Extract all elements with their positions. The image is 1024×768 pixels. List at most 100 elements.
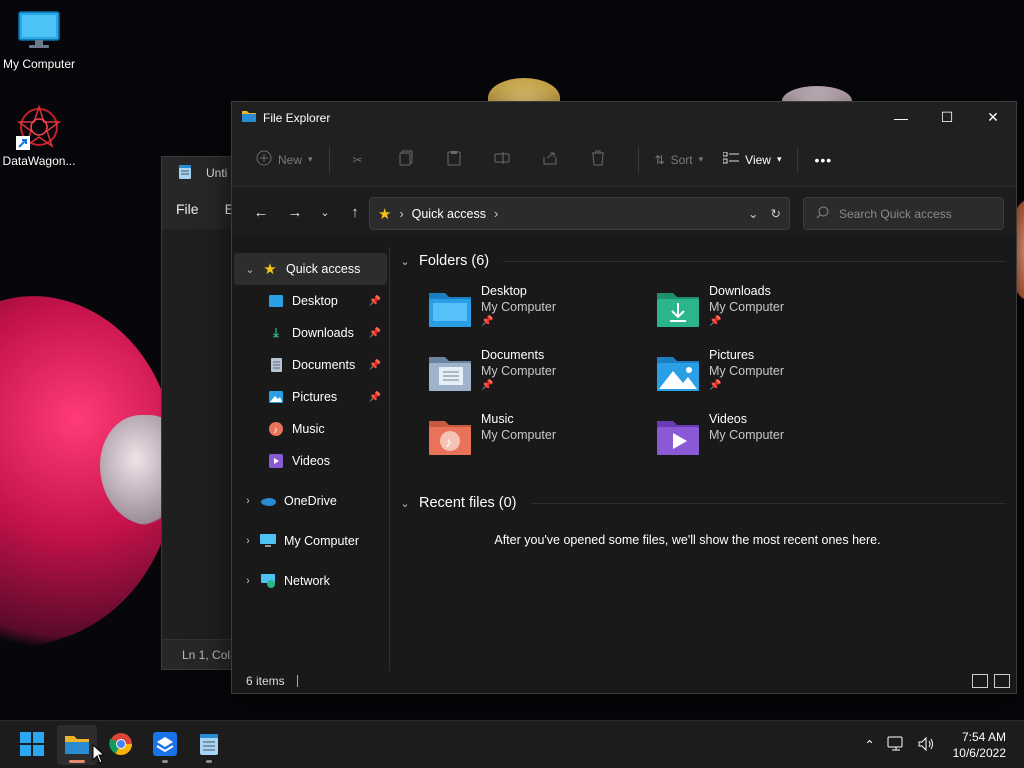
desktop-icon-label: DataWagon...	[2, 154, 76, 168]
new-label: New	[278, 152, 303, 167]
back-button[interactable]: ←	[244, 197, 278, 227]
taskbar-file-explorer[interactable]	[57, 725, 97, 765]
taskbar-notepad[interactable]	[189, 725, 229, 765]
up-button[interactable]: ↑	[338, 197, 372, 227]
folder-location: My Computer	[709, 300, 785, 314]
folder-location: My Computer	[709, 428, 785, 442]
file-explorer-window[interactable]: File Explorer — ☐ ✕ New ▾ ✂ ⇅ Sort ▾ Vie…	[231, 101, 1017, 694]
folder-location: My Computer	[481, 428, 557, 442]
folder-desktop[interactable]: Desktop My Computer 📌	[427, 283, 655, 347]
pin-icon: 📌	[709, 316, 722, 327]
section-title: Folders (6)	[419, 253, 490, 269]
menu-file[interactable]: File	[176, 201, 199, 217]
sidebar-item-desktop[interactable]: Desktop 📌	[232, 285, 389, 317]
copy-button[interactable]	[388, 143, 424, 177]
downloads-folder-icon	[655, 289, 701, 329]
sidebar-item-documents[interactable]: Documents 📌	[232, 349, 389, 381]
desktop-icon-my-computer[interactable]: My Computer	[0, 10, 81, 71]
chevron-up-icon: ⌃	[864, 738, 875, 752]
chevron-down-icon[interactable]: ⌄	[238, 263, 262, 276]
search-icon	[816, 206, 829, 222]
folder-location: My Computer	[481, 364, 557, 378]
sidebar-item-videos[interactable]: Videos	[232, 445, 389, 477]
taskbar-datawagon[interactable]	[145, 725, 185, 765]
mouse-cursor-icon	[92, 743, 106, 767]
video-icon	[268, 453, 284, 469]
sidebar-item-pictures[interactable]: Pictures 📌	[232, 381, 389, 413]
arrow-right-icon: →	[287, 203, 303, 221]
view-button[interactable]: View ▾	[717, 143, 787, 177]
recent-locations-button[interactable]: ⌄	[312, 197, 338, 227]
taskbar-chrome[interactable]	[101, 725, 141, 765]
forward-button[interactable]: →	[278, 197, 312, 227]
pin-icon: 📌	[709, 380, 722, 391]
rename-button[interactable]	[484, 143, 520, 177]
maximize-button[interactable]: ☐	[924, 102, 970, 133]
close-button[interactable]: ✕	[970, 102, 1016, 133]
volume-icon[interactable]	[917, 736, 935, 755]
sidebar-item-my-computer[interactable]: › My Computer	[232, 525, 389, 557]
start-button[interactable]	[12, 725, 52, 765]
network-status-icon[interactable]	[887, 736, 905, 755]
new-button[interactable]: New ▾	[250, 143, 319, 177]
address-history-button[interactable]: ⌄	[748, 206, 758, 221]
folder-name: Downloads	[709, 284, 771, 298]
desktop-folder-icon	[427, 289, 473, 329]
minimize-button[interactable]: —	[878, 102, 924, 133]
notepad-icon	[178, 164, 192, 183]
sidebar-item-onedrive[interactable]: › OneDrive	[232, 485, 389, 517]
arrow-left-icon: ←	[253, 203, 269, 221]
chevron-down-icon: ⌄	[400, 255, 410, 268]
picture-icon	[268, 389, 284, 405]
divider	[797, 146, 799, 173]
desktop-folder-icon	[268, 293, 284, 309]
refresh-button[interactable]: ↻	[771, 206, 781, 221]
notepad-icon	[199, 732, 219, 759]
folders-grid: Desktop My Computer 📌 Downloads My Compu…	[399, 283, 1016, 475]
sidebar-item-label: Downloads	[292, 326, 354, 340]
paste-button[interactable]	[436, 143, 472, 177]
address-bar[interactable]: ★ › Quick access › ⌄ ↻	[369, 197, 790, 230]
monitor-icon	[260, 533, 276, 549]
folders-section-header[interactable]: ⌄ Folders (6)	[399, 247, 1016, 275]
more-options-button[interactable]: •••	[808, 143, 838, 177]
chevron-right-icon[interactable]: ›	[236, 495, 260, 507]
sidebar-item-label: My Computer	[284, 534, 360, 548]
sidebar-item-label: Videos	[292, 454, 330, 468]
sidebar-item-quick-access[interactable]: ⌄ ★ Quick access	[234, 253, 387, 285]
music-folder-icon: ♪	[427, 417, 473, 457]
folder-music[interactable]: ♪ Music My Computer	[427, 411, 655, 475]
search-box[interactable]: Search Quick access	[803, 197, 1004, 230]
recent-section-header[interactable]: ⌄ Recent files (0)	[399, 489, 1016, 517]
chevron-right-icon[interactable]: ›	[236, 535, 260, 547]
folder-videos[interactable]: Videos My Computer	[655, 411, 883, 475]
folder-downloads[interactable]: Downloads My Computer 📌	[655, 283, 883, 347]
folder-documents[interactable]: Documents My Computer 📌	[427, 347, 655, 411]
details-view-button[interactable]	[972, 674, 988, 688]
sidebar-item-music[interactable]: ♪ Music	[232, 413, 389, 445]
clock[interactable]: 7:54 AM 10/6/2022	[953, 729, 1006, 761]
breadcrumb-quick-access[interactable]: Quick access	[412, 207, 486, 221]
chevron-down-icon: ⌄	[320, 206, 330, 219]
arrow-up-icon: ↑	[351, 203, 359, 221]
window-title: File Explorer	[263, 110, 331, 125]
chevron-right-icon[interactable]: ›	[236, 575, 260, 587]
svg-text:♪: ♪	[273, 425, 278, 436]
sidebar-item-network[interactable]: › Network	[232, 565, 389, 597]
sort-button[interactable]: ⇅ Sort ▾	[649, 143, 710, 177]
cut-button[interactable]: ✂	[340, 143, 376, 177]
sidebar-item-downloads[interactable]: ⤓ Downloads 📌	[232, 317, 389, 349]
delete-button[interactable]	[580, 143, 616, 177]
ellipsis-icon: •••	[814, 151, 833, 168]
folder-location: My Computer	[481, 300, 557, 314]
desktop-icon-datawagon[interactable]: DataWagon...	[0, 104, 81, 168]
taskbar: ⌃ 7:54 AM 10/6/2022	[0, 720, 1024, 768]
sidebar-item-label: OneDrive	[284, 494, 337, 508]
share-button[interactable]	[532, 143, 568, 177]
folder-pictures[interactable]: Pictures My Computer 📌	[655, 347, 883, 411]
navigation-pane: ⌄ ★ Quick access Desktop 📌 ⤓ Downloads 📌…	[232, 247, 390, 671]
show-hidden-icons-button[interactable]: ⌃	[865, 738, 875, 752]
sidebar-item-label: Desktop	[292, 294, 338, 308]
explorer-titlebar[interactable]: File Explorer — ☐ ✕	[232, 102, 1016, 133]
tiles-view-button[interactable]	[994, 674, 1010, 688]
